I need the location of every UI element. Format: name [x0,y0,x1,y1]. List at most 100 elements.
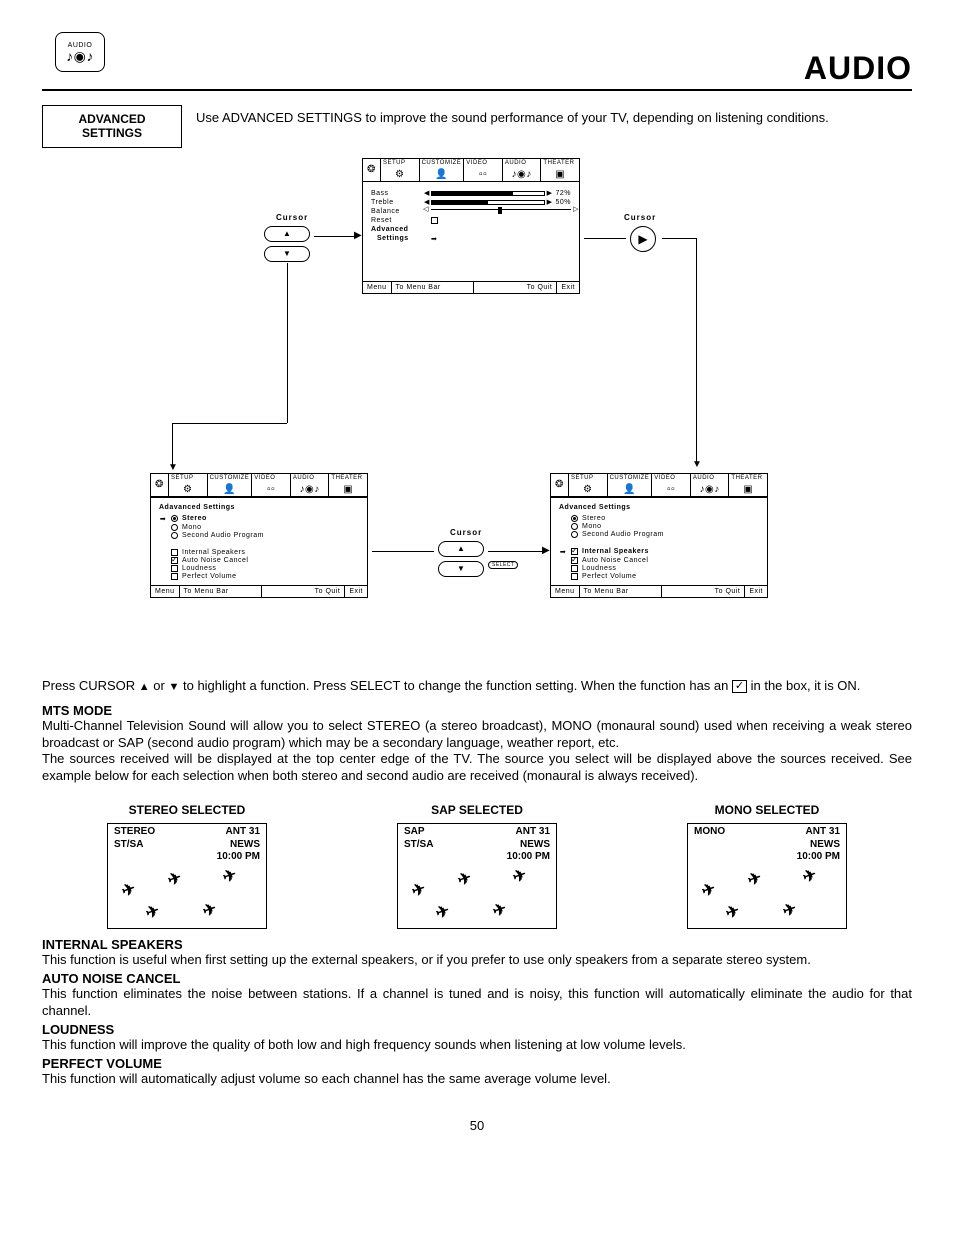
mono-example-screen: MONOANT 31 NEWS10:00 PM ✈ ✈ ✈ ✈ ✈ [687,823,847,929]
reset-checkbox [431,217,438,224]
adv-item-pv: Perfect Volume [582,573,636,580]
cursor-label-2: Cursor [624,213,656,222]
osd-tab-setup: SETUP⚙ [381,159,420,181]
check-icon: ✓ [732,680,747,693]
cursor-up-button[interactable]: ▲ [264,226,310,242]
adv-right-title: Advanced Settings [559,504,759,511]
adv-item-anc: Auto Noise Cancel [582,557,648,564]
osd-tab-customize: CUSTOMIZE👤 [208,474,253,496]
cursor-down-button[interactable]: ▼ [264,246,310,262]
osd-advanced-left: ❂ SETUP⚙ CUSTOMIZE👤 VIDEO▫▫ AUDIO♪◉♪ THE… [150,473,368,598]
osd-advanced-right: ❂ SETUP⚙ CUSTOMIZE👤 VIDEO▫▫ AUDIO♪◉♪ THE… [550,473,768,598]
adv-item-mono: Mono [582,523,602,530]
adv-item-stereo: Stereo [182,515,207,522]
note-icon: ♪◉♪ [66,49,94,63]
loudness-text: This function will improve the quality o… [42,1037,912,1054]
footer-menu: Menu [551,586,580,597]
adv-item-intspk: Internal Speakers [582,548,649,555]
osd-tab-customize: CUSTOMIZE👤 [608,474,653,496]
gear-icon: ❂ [151,474,169,496]
cursor-up-button-2[interactable]: ▲ [438,541,484,557]
osd-tab-audio: AUDIO♪◉♪ [291,474,330,496]
cursor-down-button-2[interactable]: ▼ [438,561,484,577]
plane-icon: ✈ [455,868,474,891]
osd-main-menu: ❂ SETUP⚙ CUSTOMIZE👤 VIDEO▫▫ AUDIO♪◉♪ THE… [362,158,580,294]
bass-label: Bass [371,190,431,197]
adv-item-intspk: Internal Speakers [182,549,245,556]
mts-paragraph-2: The sources received will be displayed a… [42,751,912,785]
footer-exit: Exit [345,586,367,597]
internal-speakers-heading: INTERNAL SPEAKERS [42,937,912,952]
perfect-volume-heading: PERFECT VOLUME [42,1056,912,1071]
mode-examples: STEREO SELECTED STEREOANT 31 ST/SANEWS10… [42,803,912,929]
footer-to-menu-bar: To Menu Bar [580,586,663,597]
cursor-right-button[interactable]: ▶ [630,226,656,252]
footer-to-quit: To Quit [474,282,557,293]
plane-icon: ✈ [165,868,184,891]
footer-exit: Exit [557,282,579,293]
footer-menu: Menu [363,282,392,293]
section-heading-line2: SETTINGS [61,126,163,140]
adv-item-sap: Second Audio Program [582,531,664,538]
audio-category-icon: AUDIO ♪◉♪ [55,32,105,72]
footer-menu: Menu [151,586,180,597]
footer-to-quit: To Quit [662,586,745,597]
adv-item-mono: Mono [182,524,202,531]
footer-to-quit: To Quit [262,586,345,597]
sap-example-title: SAP SELECTED [431,803,523,817]
select-button[interactable]: SELECT [488,561,518,569]
plane-icon: ✈ [699,879,718,902]
arrow-right-icon: ➡ [431,235,437,243]
treble-value: 50% [555,199,571,206]
plane-icon: ✈ [200,899,219,922]
auto-noise-cancel-text: This function eliminates the noise betwe… [42,986,912,1020]
plane-icon: ✈ [800,865,819,888]
adv-item-loud: Loudness [182,565,216,572]
adv-left-title: Adavanced Settings [159,504,359,511]
bass-value: 72% [555,190,571,197]
balance-label: Balance [371,208,431,215]
osd-tab-video: VIDEO▫▫ [652,474,691,496]
sap-example-screen: SAPANT 31 ST/SANEWS10:00 PM ✈ ✈ ✈ ✈ ✈ [397,823,557,929]
plane-icon: ✈ [220,865,239,888]
section-heading-line1: ADVANCED [61,112,163,126]
osd-tab-audio: AUDIO♪◉♪ [503,159,542,181]
reset-label: Reset [371,217,431,224]
section-heading-box: ADVANCED SETTINGS [42,105,182,148]
gear-icon: ❂ [363,159,381,181]
plane-icon: ✈ [143,901,162,924]
plane-icon: ✈ [723,901,742,924]
osd-tab-theater: THEATER▣ [329,474,367,496]
section-description: Use ADVANCED SETTINGS to improve the sou… [196,105,829,125]
page-number: 50 [42,1118,912,1133]
osd-tab-setup: SETUP⚙ [569,474,608,496]
plane-icon: ✈ [510,865,529,888]
internal-speakers-text: This function is useful when first setti… [42,952,912,969]
plane-icon: ✈ [409,879,428,902]
cursor-label-3: Cursor [450,528,482,537]
advanced-label-2: Settings [371,235,431,242]
stereo-example-title: STEREO SELECTED [129,803,246,817]
osd-tab-theater: THEATER▣ [729,474,767,496]
treble-label: Treble [371,199,431,206]
footer-exit: Exit [745,586,767,597]
osd-tab-video: VIDEO▫▫ [464,159,503,181]
cursor-label-1: Cursor [276,213,308,222]
advanced-label-1: Advanced [371,226,431,233]
mts-mode-heading: MTS MODE [42,703,912,718]
plane-icon: ✈ [490,899,509,922]
osd-tab-video: VIDEO▫▫ [252,474,291,496]
osd-tab-setup: SETUP⚙ [169,474,208,496]
auto-noise-cancel-heading: AUTO NOISE CANCEL [42,971,912,986]
plane-icon: ✈ [745,868,764,891]
page-title: AUDIO [42,50,912,91]
stereo-example-screen: STEREOANT 31 ST/SANEWS10:00 PM ✈ ✈ ✈ ✈ ✈ [107,823,267,929]
osd-tab-audio: AUDIO♪◉♪ [691,474,730,496]
cursor-instruction: Press CURSOR ▲ or ▼ to highlight a funct… [42,678,912,695]
plane-icon: ✈ [119,879,138,902]
adv-item-stereo: Stereo [582,515,606,522]
osd-tab-customize: CUSTOMIZE👤 [420,159,465,181]
mts-paragraph-1: Multi-Channel Television Sound will allo… [42,718,912,752]
menu-flow-diagram: ❂ SETUP⚙ CUSTOMIZE👤 VIDEO▫▫ AUDIO♪◉♪ THE… [42,158,912,668]
loudness-heading: LOUDNESS [42,1022,912,1037]
